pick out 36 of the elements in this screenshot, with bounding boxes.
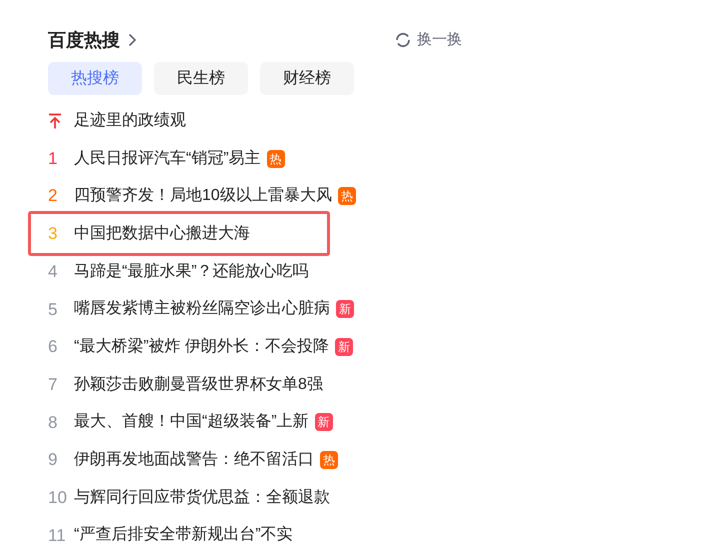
headline-link[interactable]: 伊朗再发地面战警告：绝不留活口 [74,448,314,472]
rank-number: 5 [48,298,58,321]
headline-link[interactable]: 嘴唇发紫博主被粉丝隔空诊出心脏病 [74,297,330,322]
rank-number: 2 [48,185,58,208]
headline-link[interactable]: 与辉同行回应带货优思益：全额退款 [74,486,330,510]
chevron-right-icon[interactable] [128,33,137,47]
refresh-icon [394,31,412,49]
rank-number: 4 [48,260,58,283]
rank-number: 1 [48,148,58,170]
tab[interactable]: 热搜榜 [48,62,142,95]
rank-number: 9 [48,449,58,472]
rank-number: 3 [48,223,58,246]
rank-number: 10 [48,486,68,509]
badge-label: 热 [266,150,285,168]
headline-link[interactable]: 四预警齐发！局地10级以上雷暴大风 [74,184,332,208]
rank-number: 8 [48,412,58,434]
badge-label: 新 [335,338,354,356]
badge-label: 新 [336,300,354,318]
badge-label: 热 [338,187,356,206]
rank-number: 7 [48,374,58,396]
tab[interactable]: 财经榜 [260,62,354,95]
rank-number: 11 [48,524,67,547]
refresh-button[interactable]: 换一换 [394,28,462,52]
rank-number: 6 [48,336,58,358]
headline-link[interactable]: 中国把数据中心搬进大海 [74,222,250,246]
badge-label: 热 [320,451,338,470]
headline-link[interactable]: 人民日报评汽车“销冠”易主 [74,146,261,171]
headline-link[interactable]: 足迹里的政绩观 [74,108,186,133]
headline-link[interactable]: 马蹄是“最脏水果”？还能放心吃吗 [74,260,309,284]
section-title[interactable]: 百度热搜 [48,26,120,54]
headline-link[interactable]: “最大桥梁”被炸 伊朗外长：不会投降 [74,334,330,359]
badge-label: 新 [314,413,333,432]
headline-link[interactable]: 孙颖莎击败蒯曼晋级世界杯女单8强 [74,372,323,397]
headline-link[interactable]: 最大、首艘！中国“超级装备”上新 [74,410,309,434]
tab[interactable]: 民生榜 [154,62,248,95]
headline-link[interactable]: “严查后排安全带新规出台”不实 [74,523,293,548]
